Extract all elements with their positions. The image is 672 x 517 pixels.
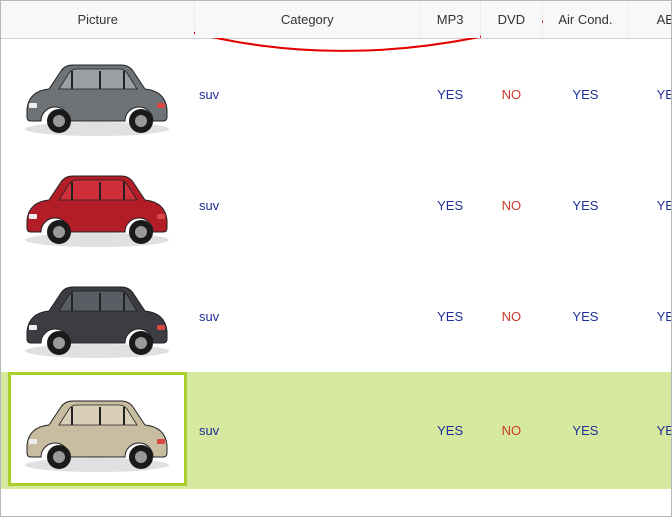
table-row[interactable]: suvYESNOYESYES (1, 261, 671, 372)
dvd-cell: NO (481, 372, 542, 489)
column-header-row: Picture Category MP3 DVD Air Cond. ABS (1, 1, 671, 38)
dvd-cell: NO (481, 150, 542, 261)
mp3-cell: YES (420, 38, 481, 150)
cars-grid: Picture Category MP3 DVD Air Cond. ABS s… (1, 1, 671, 489)
column-header-abs[interactable]: ABS (629, 1, 671, 38)
category-cell: suv (195, 372, 420, 489)
grid-viewport: Picture Category MP3 DVD Air Cond. ABS s… (0, 0, 672, 517)
car-image (11, 261, 184, 369)
mp3-cell: YES (420, 261, 481, 372)
table-row[interactable]: suvYESNOYESYES (1, 38, 671, 150)
dvd-cell: NO (481, 261, 542, 372)
picture-cell (1, 38, 195, 150)
column-header-category[interactable]: Category (195, 1, 420, 38)
table-row[interactable]: suvYESNOYESYES (1, 150, 671, 261)
air-cell: YES (542, 150, 629, 261)
dvd-cell: NO (481, 38, 542, 150)
abs-cell: YES (629, 38, 671, 150)
grid-scroll-area[interactable]: Picture Category MP3 DVD Air Cond. ABS s… (1, 1, 671, 516)
category-cell: suv (195, 261, 420, 372)
car-image (11, 39, 184, 147)
column-header-picture[interactable]: Picture (1, 1, 195, 38)
picture-cell (1, 261, 195, 372)
abs-cell: YES (629, 150, 671, 261)
category-cell: suv (195, 38, 420, 150)
car-image (8, 372, 187, 486)
table-row[interactable]: suvYESNOYESYES (1, 372, 671, 489)
air-cell: YES (542, 372, 629, 489)
column-header-dvd[interactable]: DVD (481, 1, 542, 38)
column-header-air[interactable]: Air Cond. (542, 1, 629, 38)
mp3-cell: YES (420, 372, 481, 489)
category-cell: suv (195, 150, 420, 261)
air-cell: YES (542, 38, 629, 150)
mp3-cell: YES (420, 150, 481, 261)
picture-cell (1, 150, 195, 261)
column-header-mp3[interactable]: MP3 (420, 1, 481, 38)
car-image (11, 150, 184, 258)
air-cell: YES (542, 261, 629, 372)
abs-cell: YES (629, 372, 671, 489)
abs-cell: YES (629, 261, 671, 372)
picture-cell (1, 372, 195, 489)
